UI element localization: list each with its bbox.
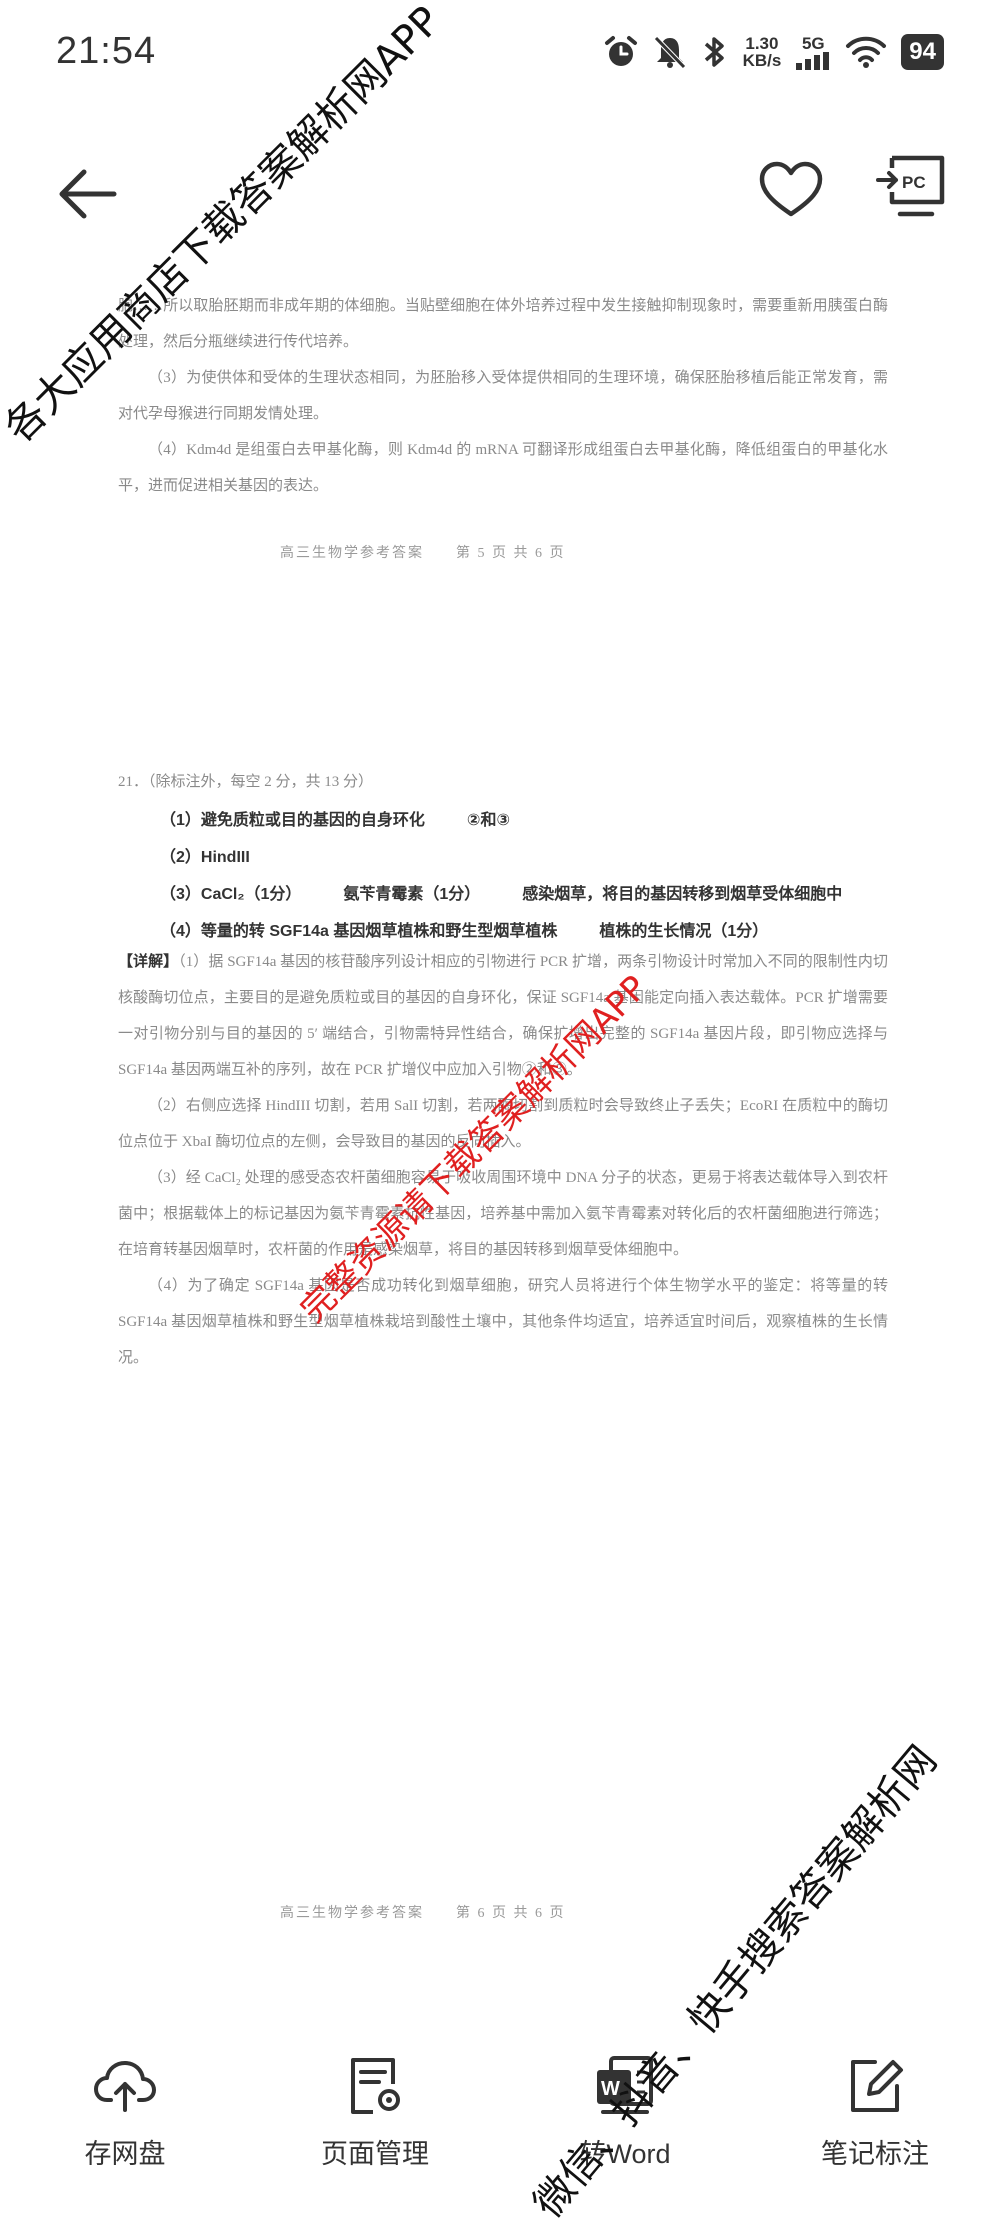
mute-bell-icon xyxy=(653,36,686,69)
alarm-icon xyxy=(604,36,637,66)
status-time: 21:54 xyxy=(56,30,157,72)
doc-paragraph: （3）为使供体和受体的生理状态相同，为胚胎移入受体提供相同的生理环境，确保胚胎移… xyxy=(118,370,888,422)
page-management-button[interactable]: 页面管理 xyxy=(275,2040,475,2222)
top-nav: PC xyxy=(0,140,1000,240)
detail-paragraph: （3）经 CaCl₂ 处理的感受态农杆菌细胞容易于吸收周围环境中 DNA 分子的… xyxy=(118,1170,888,1258)
toolbar-label: 笔记标注 xyxy=(821,2139,929,2169)
answer-line: （2）HindIII xyxy=(160,849,250,866)
toolbar-label: 页面管理 xyxy=(321,2139,429,2169)
network-speed: 1.30 KB/s xyxy=(743,35,782,69)
svg-text:W: W xyxy=(601,2078,620,2100)
network-speed-unit: KB/s xyxy=(742,51,782,70)
question-header: 21．（除标注外，每空 2 分，共 13 分） xyxy=(118,774,374,790)
answer-text: （3）CaCl₂（1分） xyxy=(160,886,302,903)
back-button[interactable] xyxy=(52,164,122,224)
heart-icon xyxy=(759,161,823,217)
answer-text: （1）避免质粒或目的基因的自身环化 xyxy=(160,812,425,829)
answer-text: 感染烟草，将目的基因转移到烟草受体细胞中 xyxy=(522,886,843,903)
answer-text: （4）等量的转 SGF14a 基因烟草植株和野生型烟草植株 xyxy=(160,923,558,940)
svg-text:PC: PC xyxy=(902,173,926,192)
bottom-toolbar: 存网盘 页面管理 W 转Word 笔记标注 xyxy=(0,2040,1000,2222)
page-footer: 高三生物学参考答案 第 6 页 共 6 页 xyxy=(280,1906,566,1921)
favorite-button[interactable] xyxy=(758,160,824,220)
toolbar-label: 转Word xyxy=(579,2139,671,2169)
signal-bars-icon xyxy=(796,51,830,70)
battery-level: 94 xyxy=(901,34,944,70)
answer-line: （1）避免质粒或目的基因的自身环化 ②和③ xyxy=(160,806,510,830)
note-annotation-button[interactable]: 笔记标注 xyxy=(775,2040,975,2222)
pc-screen-icon: PC xyxy=(876,155,945,217)
detail-paragraph: 【详解】（1）据 SGF14a 基因的核苷酸序列设计相应的引物进行 PCR 扩增… xyxy=(118,944,888,1088)
wifi-icon xyxy=(846,36,887,68)
answer-text: ②和③ xyxy=(466,812,511,829)
network-type: 5G xyxy=(801,33,825,53)
word-convert-icon: W xyxy=(597,2056,653,2114)
page-footer: 高三生物学参考答案 第 5 页 共 6 页 xyxy=(280,546,566,561)
bluetooth-icon xyxy=(704,37,724,67)
save-to-cloud-button[interactable]: 存网盘 xyxy=(25,2040,225,2222)
doc-paragraph: 胞……所以取胎胚期而非成年期的体细胞。当贴壁细胞在体外培养过程中发生接触抑制现象… xyxy=(118,298,888,350)
answer-text: 植株的生长情况（1分） xyxy=(599,923,769,940)
cloud-upload-icon xyxy=(94,2061,156,2112)
detail-text: （1）据 SGF14a 基因的核苷酸序列设计相应的引物进行 PCR 扩增，两条引… xyxy=(118,954,888,1078)
detail-label: 【详解】 xyxy=(118,954,179,970)
doc-paragraph: （4）Kdm4d 是组蛋白去甲基化酶，则 Kdm4d 的 mRNA 可翻译形成组… xyxy=(118,442,888,494)
convert-to-word-button[interactable]: W 转Word xyxy=(525,2040,725,2222)
detail-paragraph: （4）为了确定 SGF14a 基因是否成功转化到烟草细胞，研究人员将进行个体生物… xyxy=(118,1278,888,1366)
page-settings-icon xyxy=(351,2058,400,2114)
back-arrow-icon xyxy=(59,169,117,219)
status-icons: 1.30 KB/s 5G 94 xyxy=(603,30,944,74)
answer-line: （4）等量的转 SGF14a 基因烟草植株和野生型烟草植株 植株的生长情况（1分） xyxy=(160,917,768,941)
network-speed-value: 1.30 xyxy=(745,34,779,53)
answer-line: （3）CaCl₂（1分） 氨苄青霉素（1分） 感染烟草，将目的基因转移到烟草受体细胞… xyxy=(160,880,842,904)
view-on-pc-button[interactable]: PC xyxy=(876,154,948,224)
edit-note-icon xyxy=(851,2060,903,2112)
status-bar: 21:54 1.30 KB/s 5G 94 xyxy=(0,0,1000,110)
detail-paragraph: （2）右侧应选择 HindIII 切割，若用 SalI 切割，若两酶切割到质粒时… xyxy=(118,1098,888,1150)
answer-text: 氨苄青霉素（1分） xyxy=(343,886,481,903)
toolbar-label: 存网盘 xyxy=(84,2139,166,2169)
signal-indicator: 5G xyxy=(795,35,831,70)
